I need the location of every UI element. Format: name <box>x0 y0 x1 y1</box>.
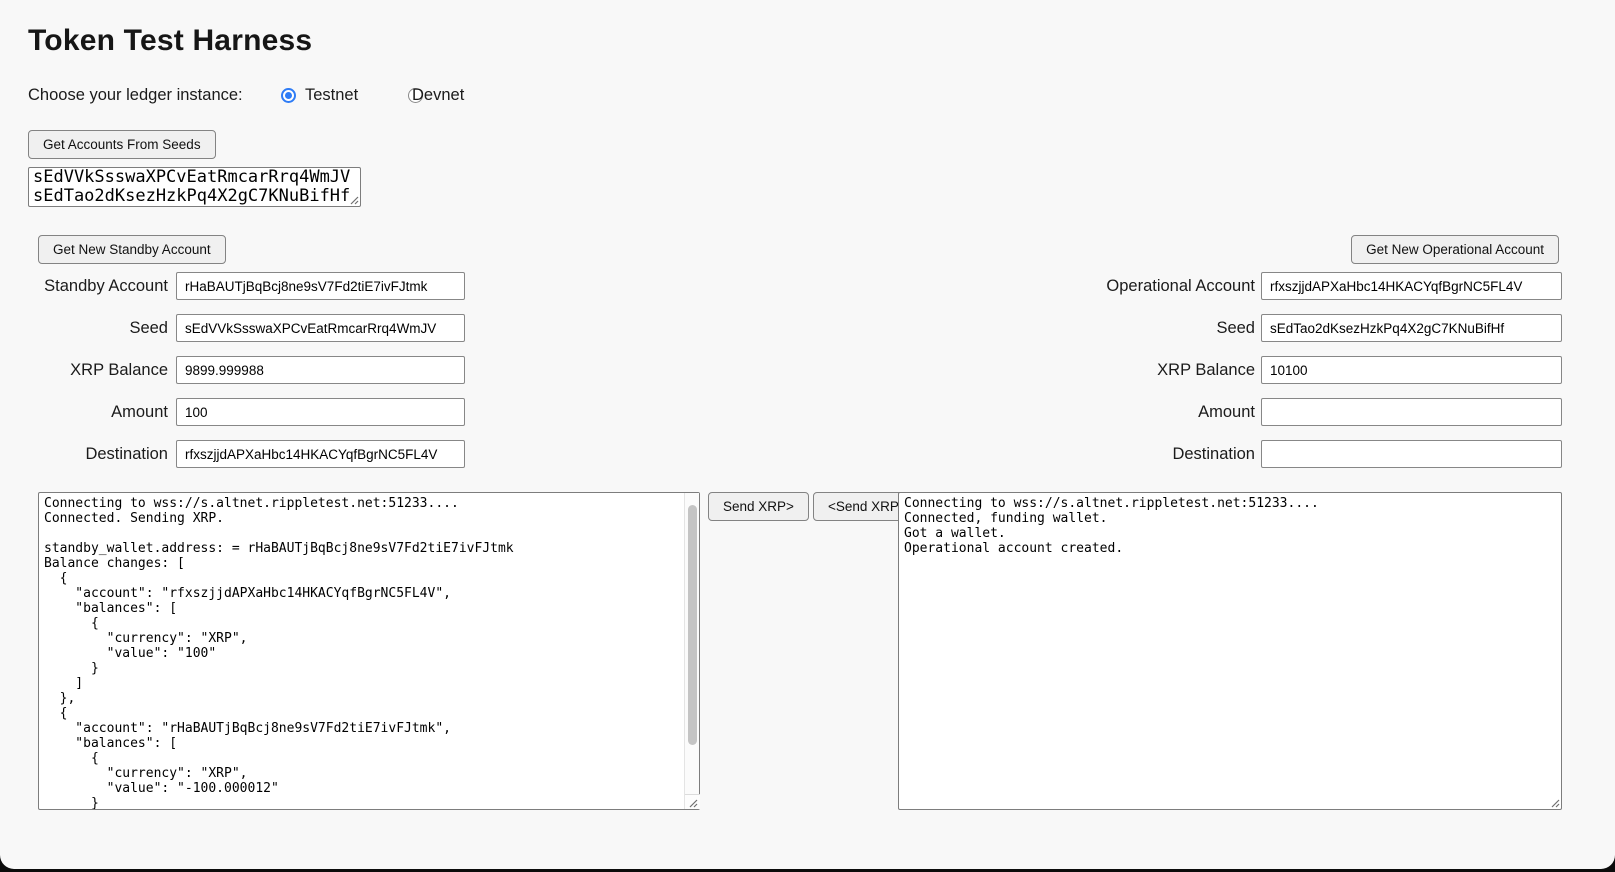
resize-handle-icon[interactable] <box>349 195 359 205</box>
token-test-harness-page: Token Test Harness Choose your ledger in… <box>0 0 1615 869</box>
standby-results-wrap: Connecting to wss://s.altnet.rippletest.… <box>38 492 700 810</box>
get-new-standby-account-button[interactable]: Get New Standby Account <box>38 235 226 264</box>
standby-amount-label: Amount <box>8 398 168 426</box>
operational-amount-label: Amount <box>1035 398 1255 426</box>
standby-seed-input[interactable] <box>176 314 465 342</box>
operational-results-textarea[interactable]: Connecting to wss://s.altnet.rippletest.… <box>898 492 1562 810</box>
get-accounts-from-seeds-button[interactable]: Get Accounts From Seeds <box>28 130 216 159</box>
standby-destination-input[interactable] <box>176 440 465 468</box>
resize-handle-icon[interactable] <box>1550 798 1560 808</box>
standby-amount-input[interactable] <box>176 398 465 426</box>
devnet-radio-label[interactable]: Devnet <box>412 86 464 105</box>
scrollbar-thumb[interactable] <box>688 505 697 745</box>
operational-seed-input[interactable] <box>1261 314 1562 342</box>
seeds-textarea[interactable]: sEdVVkSsswaXPCvEatRmcarRrq4WmJV sEdTao2d… <box>28 167 361 207</box>
standby-seed-label: Seed <box>8 314 168 342</box>
standby-xrp-balance-input[interactable] <box>176 356 465 384</box>
operational-destination-input[interactable] <box>1261 440 1562 468</box>
operational-seed-label: Seed <box>1035 314 1255 342</box>
page-title: Token Test Harness <box>28 24 312 58</box>
operational-xrp-balance-label: XRP Balance <box>1035 356 1255 384</box>
standby-account-label: Standby Account <box>8 272 168 300</box>
scrollbar-track[interactable] <box>684 493 699 809</box>
testnet-radio-label[interactable]: Testnet <box>305 86 358 105</box>
ledger-instance-prompt: Choose your ledger instance: <box>28 86 243 105</box>
resize-handle-icon[interactable] <box>688 798 698 808</box>
operational-account-label: Operational Account <box>1035 272 1255 300</box>
operational-destination-label: Destination <box>1035 440 1255 468</box>
operational-account-input[interactable] <box>1261 272 1562 300</box>
standby-account-input[interactable] <box>176 272 465 300</box>
standby-results-textarea[interactable]: Connecting to wss://s.altnet.rippletest.… <box>38 492 700 810</box>
standby-xrp-balance-label: XRP Balance <box>8 356 168 384</box>
operational-amount-input[interactable] <box>1261 398 1562 426</box>
send-xrp-to-operational-button[interactable]: Send XRP> <box>708 492 809 521</box>
standby-destination-label: Destination <box>8 440 168 468</box>
seeds-textarea-wrap: sEdVVkSsswaXPCvEatRmcarRrq4WmJV sEdTao2d… <box>28 167 361 207</box>
operational-results-wrap: Connecting to wss://s.altnet.rippletest.… <box>898 492 1562 810</box>
get-new-operational-account-button[interactable]: Get New Operational Account <box>1351 235 1559 264</box>
operational-xrp-balance-input[interactable] <box>1261 356 1562 384</box>
testnet-radio[interactable] <box>281 88 296 103</box>
